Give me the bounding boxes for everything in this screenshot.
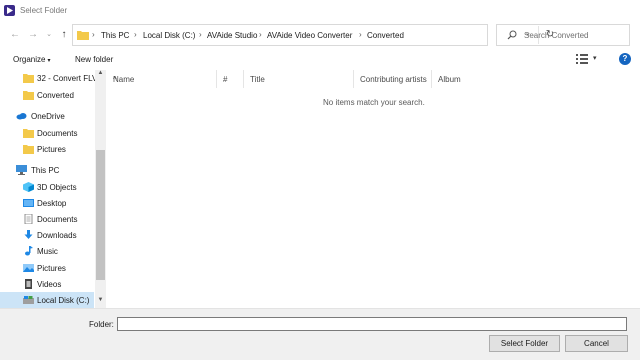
breadcrumb-separator-icon: ›: [199, 30, 202, 39]
breadcrumb-separator-icon: ›: [259, 30, 262, 39]
column-header-number[interactable]: #: [217, 70, 244, 88]
folder-icon: [77, 31, 89, 40]
disk-icon: [23, 296, 34, 304]
cube-icon: [23, 182, 34, 192]
documents-icon: [24, 214, 33, 224]
window-title: Select Folder: [20, 6, 68, 15]
view-options-icon[interactable]: [576, 54, 588, 64]
breadcrumb-this-pc[interactable]: This PC: [101, 31, 129, 40]
column-header-label: Album: [438, 75, 461, 84]
navigation-pane: 32 - Convert FLV Converted OneDrive Docu…: [0, 70, 107, 308]
column-header-album[interactable]: Album: [432, 70, 502, 88]
nav-item-label: Local Disk (C:): [37, 296, 90, 305]
column-header-title[interactable]: Title: [244, 70, 354, 88]
organize-button[interactable]: Organize ▾: [13, 55, 50, 64]
up-arrow-icon[interactable]: ↑: [57, 28, 71, 42]
nav-item-music[interactable]: Music: [0, 243, 94, 259]
folder-icon: [23, 74, 34, 83]
select-folder-dialog: Select Folder ← → ⌄ ↑ › This PC › Local …: [0, 0, 640, 360]
caret-down-icon: ▾: [47, 58, 51, 64]
nav-item-label: This PC: [31, 166, 60, 175]
nav-item-label: Documents: [37, 129, 78, 138]
breadcrumb-avaide-studio[interactable]: AVAide Studio: [207, 31, 257, 40]
nav-item-label: 32 - Convert FLV: [37, 74, 98, 83]
nav-item-label: Documents: [37, 215, 78, 224]
scroll-down-icon[interactable]: ▼: [95, 297, 106, 307]
nav-item-label: Pictures: [37, 264, 66, 273]
address-row: ← → ⌄ ↑ › This PC › Local Disk (C:) › AV…: [0, 22, 640, 48]
folder-icon: [23, 145, 34, 154]
organize-label: Organize: [13, 55, 46, 64]
nav-item-label: Music: [37, 247, 58, 256]
computer-icon: [16, 165, 27, 175]
column-header-label: Title: [250, 75, 265, 84]
back-arrow-icon[interactable]: ←: [8, 28, 22, 42]
address-bar[interactable]: › This PC › Local Disk (C:) › AVAide Stu…: [72, 24, 554, 46]
folder-input[interactable]: [117, 317, 627, 331]
folder-label: Folder:: [89, 320, 114, 329]
desktop-icon: [23, 199, 34, 207]
nav-item-3d-objects[interactable]: 3D Objects: [0, 179, 94, 195]
title-bar: Select Folder: [0, 0, 640, 22]
nav-item-label: Pictures: [37, 145, 66, 154]
empty-message: No items match your search.: [323, 98, 425, 107]
command-bar: Organize ▾ New folder ▾ ?: [0, 50, 640, 70]
nav-item-32-convert-flv[interactable]: 32 - Convert FLV: [0, 70, 98, 86]
nav-item-label: 3D Objects: [37, 183, 77, 192]
column-header-name[interactable]: Name ^: [107, 70, 217, 88]
view-dropdown-icon[interactable]: ▾: [593, 54, 597, 62]
nav-item-downloads[interactable]: Downloads: [0, 227, 94, 243]
dialog-footer: Folder: Select Folder Cancel: [0, 308, 640, 360]
forward-arrow-icon[interactable]: →: [26, 28, 40, 42]
nav-item-onedrive-pictures[interactable]: Pictures: [0, 141, 94, 157]
breadcrumb-converted[interactable]: Converted: [367, 31, 404, 40]
select-folder-button[interactable]: Select Folder: [489, 335, 560, 352]
folder-icon: [23, 129, 34, 138]
nav-item-label: Downloads: [37, 231, 77, 240]
breadcrumb-local-disk[interactable]: Local Disk (C:): [143, 31, 195, 40]
folder-icon: [23, 91, 34, 100]
nav-item-desktop[interactable]: Desktop: [0, 195, 94, 211]
cloud-icon: [16, 113, 27, 120]
nav-item-documents[interactable]: Documents: [0, 211, 94, 227]
music-icon: [25, 246, 33, 256]
cancel-button[interactable]: Cancel: [565, 335, 628, 352]
sort-ascending-icon: ^: [113, 75, 117, 84]
search-placeholder: Search Converted: [524, 31, 589, 40]
breadcrumb-separator-icon: ›: [134, 30, 137, 39]
nav-item-converted[interactable]: Converted: [0, 87, 94, 103]
videos-icon: [25, 279, 32, 289]
nav-item-videos[interactable]: Videos: [0, 276, 94, 292]
search-box[interactable]: Search Converted: [496, 24, 630, 46]
recent-locations-icon[interactable]: ⌄: [42, 28, 56, 42]
download-icon: [24, 230, 33, 239]
breadcrumb-separator-icon: ›: [359, 30, 362, 39]
navigation-scrollbar[interactable]: ▲ ▼: [95, 70, 106, 308]
app-icon: [4, 5, 15, 16]
new-folder-button[interactable]: New folder: [75, 55, 113, 64]
nav-item-this-pc[interactable]: This PC: [0, 162, 94, 178]
nav-item-pictures[interactable]: Pictures: [0, 260, 94, 276]
search-icon: [507, 30, 517, 40]
nav-item-label: Videos: [37, 280, 62, 289]
scrollbar-thumb[interactable]: [96, 150, 105, 280]
column-header-label: Contributing artists: [360, 75, 427, 84]
breadcrumb-separator-icon: ›: [92, 30, 95, 39]
nav-item-onedrive[interactable]: OneDrive: [0, 108, 94, 124]
nav-item-label: Converted: [37, 91, 74, 100]
help-icon[interactable]: ?: [619, 53, 631, 65]
file-list: Name ^ # Title Contributing artists Albu…: [107, 70, 640, 308]
column-header-label: #: [223, 75, 228, 84]
breadcrumb-avaide-video-converter[interactable]: AVAide Video Converter: [267, 31, 352, 40]
column-header-contributing-artists[interactable]: Contributing artists: [354, 70, 432, 88]
pictures-icon: [23, 264, 34, 272]
nav-item-local-disk[interactable]: Local Disk (C:): [0, 292, 94, 308]
nav-item-label: Desktop: [37, 199, 67, 208]
nav-item-onedrive-documents[interactable]: Documents: [0, 125, 94, 141]
nav-item-label: OneDrive: [31, 112, 65, 121]
scroll-up-icon[interactable]: ▲: [95, 70, 106, 80]
